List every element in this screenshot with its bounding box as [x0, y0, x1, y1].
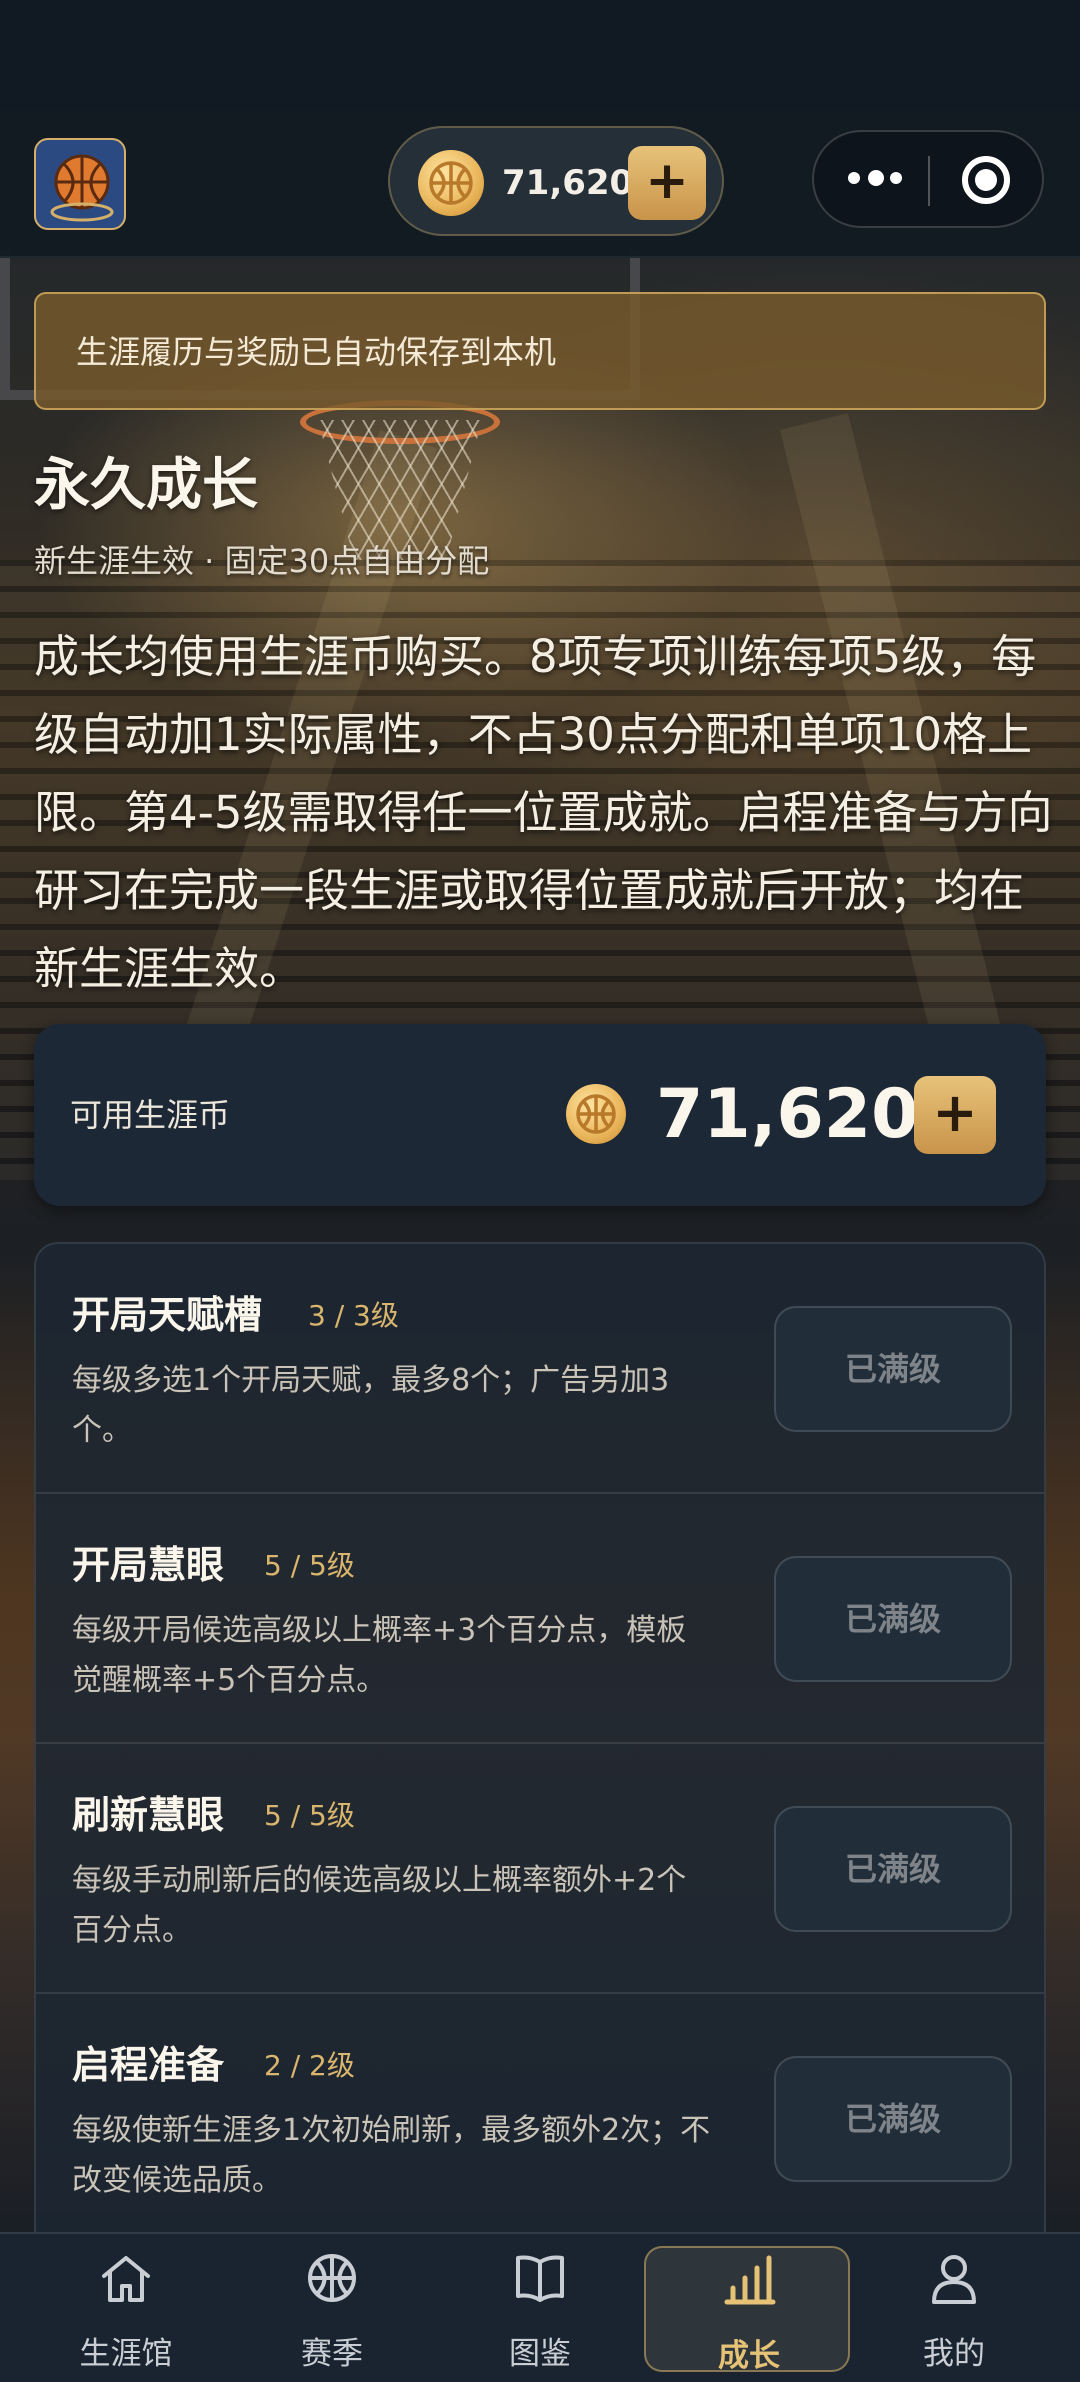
page-description: 成长均使用生涯币购买。8项专项训练每项5级，每级自动加1实际属性，不占30点分配… [34, 630, 1053, 995]
coin-balance-pill: 71,620 + [388, 126, 724, 236]
save-notice-banner: 生涯履历与奖励已自动保存到本机 [34, 292, 1046, 410]
user-icon [924, 2248, 984, 2308]
more-menu-button[interactable] [814, 132, 928, 226]
upgrade-level: 5 / 5级 [264, 1549, 355, 1582]
basketball-logo-icon [50, 154, 114, 222]
home-icon [96, 2248, 156, 2308]
basketball-icon [302, 2248, 362, 2308]
nav-label: 成长 [718, 2338, 780, 2374]
nav-item-career-hall[interactable]: 生涯馆 [23, 2234, 229, 2382]
miniprogram-capsule [812, 130, 1044, 228]
page-title: 永久成长 [34, 453, 258, 518]
maxed-button[interactable]: 已满级 [774, 1306, 1012, 1432]
maxed-button[interactable]: 已满级 [774, 1556, 1012, 1682]
nav-label: 我的 [923, 2336, 985, 2372]
app-logo[interactable] [34, 138, 126, 230]
upgrade-name: 刷新慧眼 [72, 1793, 225, 1837]
upgrade-row-opening-insight: 开局慧眼 5 / 5级 每级开局候选高级以上概率+3个百分点，模板觉醒概率+5个… [36, 1494, 1044, 1744]
upgrade-description: 每级开局候选高级以上概率+3个百分点，模板觉醒概率+5个百分点。 [72, 1613, 687, 1698]
nav-label: 赛季 [301, 2336, 363, 2372]
nav-item-season[interactable]: 赛季 [229, 2234, 435, 2382]
buy-coins-button[interactable]: + [914, 1076, 996, 1154]
app-root: 71,620 + 生涯履历与奖励已自动保存到本机 永久成长 新生涯生效 · 固定… [0, 0, 1080, 2382]
page-subtitle: 新生涯生效 · 固定30点自由分配 [34, 542, 490, 580]
upgrade-level: 3 / 3级 [308, 1299, 399, 1332]
nav-label: 生涯馆 [79, 2336, 173, 2372]
save-notice-text: 生涯履历与奖励已自动保存到本机 [76, 333, 557, 371]
maxed-button[interactable]: 已满级 [774, 1806, 1012, 1932]
close-miniprogram-button[interactable] [930, 132, 1044, 226]
nav-item-collection[interactable]: 图鉴 [437, 2234, 643, 2382]
more-dots-icon [848, 170, 904, 186]
upgrade-name: 开局天赋槽 [72, 1293, 263, 1337]
book-icon [510, 2248, 570, 2308]
maxed-button[interactable]: 已满级 [774, 2056, 1012, 2182]
header-coin-balance: 71,620 [502, 163, 634, 203]
nav-label: 图鉴 [509, 2336, 571, 2372]
coin-balance-card: 可用生涯币 71,620 + [34, 1024, 1046, 1206]
upgrade-name: 启程准备 [72, 2043, 225, 2087]
status-bar [0, 0, 1080, 110]
balance-label: 可用生涯币 [70, 1096, 231, 1134]
balance-amount: 71,620 [656, 1075, 919, 1154]
add-coins-button[interactable]: + [628, 146, 706, 220]
upgrade-row-talent-slots: 开局天赋槽 3 / 3级 每级多选1个开局天赋，最多8个；广告另加3个。 已满级 [36, 1244, 1044, 1494]
upgrade-description: 每级使新生涯多1次初始刷新，最多额外2次；不改变候选品质。 [72, 2113, 711, 2198]
upgrade-description: 每级多选1个开局天赋，最多8个；广告另加3个。 [72, 1363, 670, 1448]
upgrade-description: 每级手动刷新后的候选高级以上概率额外+2个百分点。 [72, 1863, 687, 1948]
upgrade-list: 开局天赋槽 3 / 3级 每级多选1个开局天赋，最多8个；广告另加3个。 已满级… [34, 1242, 1046, 2242]
bar-chart-icon [719, 2250, 779, 2310]
upgrade-row-departure-prep: 启程准备 2 / 2级 每级使新生涯多1次初始刷新，最多额外2次；不改变候选品质… [36, 1994, 1044, 2240]
bottom-nav: 生涯馆 赛季 图鉴 成长 我的 [0, 2232, 1080, 2382]
upgrade-level: 2 / 2级 [264, 2049, 355, 2082]
coin-icon [566, 1084, 626, 1144]
coin-icon [418, 150, 484, 216]
upgrade-name: 开局慧眼 [72, 1543, 225, 1587]
nav-item-mine[interactable]: 我的 [851, 2234, 1057, 2382]
top-header: 71,620 + [0, 110, 1080, 258]
upgrade-row-refresh-insight: 刷新慧眼 5 / 5级 每级手动刷新后的候选高级以上概率额外+2个百分点。 已满… [36, 1744, 1044, 1994]
nav-item-growth[interactable]: 成长 [644, 2246, 850, 2374]
upgrade-level: 5 / 5级 [264, 1799, 355, 1832]
